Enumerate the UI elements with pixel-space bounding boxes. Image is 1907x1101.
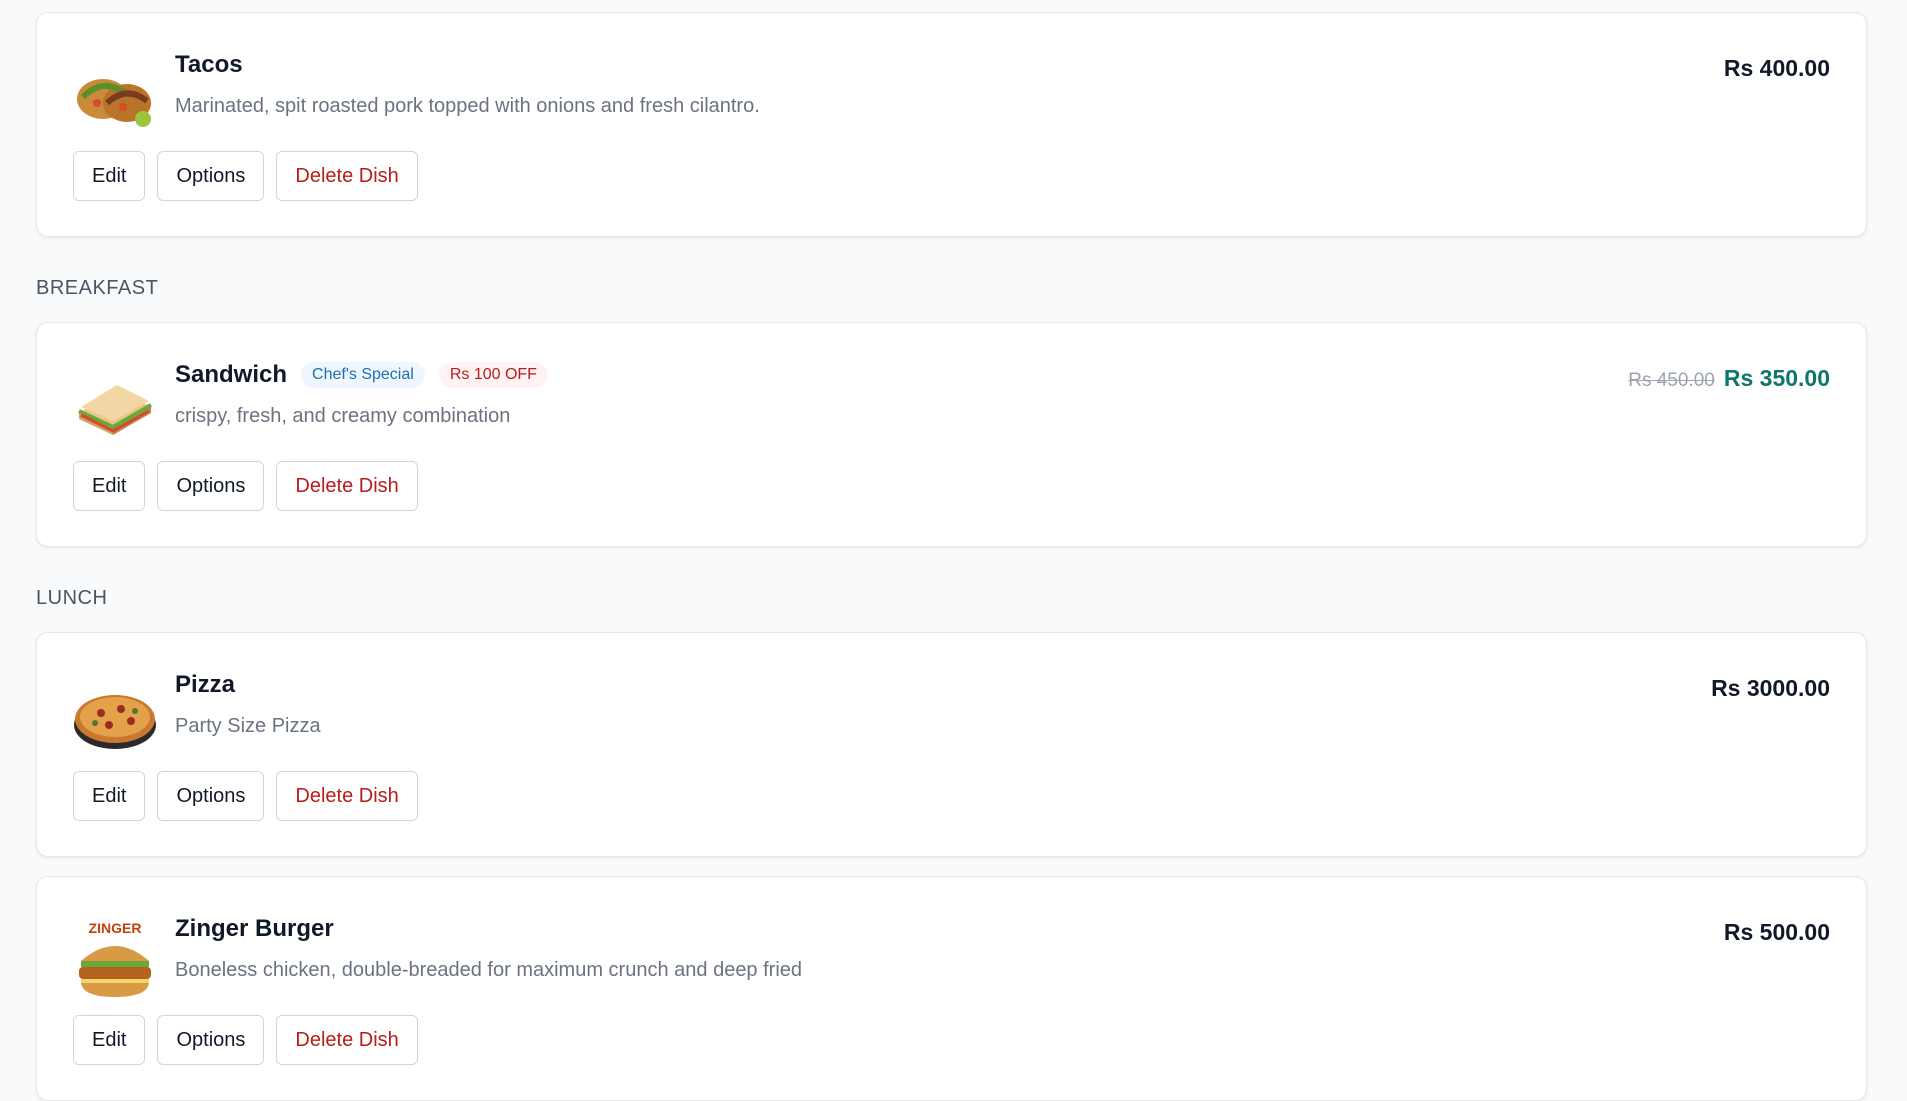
delete-dish-button[interactable]: Delete Dish [276,1015,418,1065]
edit-button[interactable]: Edit [73,461,146,511]
discount-badge: Rs 100 OFF [438,362,548,388]
dish-description: crispy, fresh, and creamy combination [175,405,511,427]
burger-logo-text: ZINGER [89,920,142,936]
dish-name: Sandwich [175,361,288,388]
dish-description: Party Size Pizza [175,715,321,737]
options-button[interactable]: Options [157,1015,265,1065]
delete-dish-button[interactable]: Delete Dish [276,461,418,511]
dish-description: Marinated, spit roasted pork topped with… [175,95,760,117]
burger-image: ZINGER [73,917,157,1001]
dish-price: Rs 500.00 [1723,919,1830,945]
dish-price: Rs 3000.00 [1711,675,1830,701]
edit-button[interactable]: Edit [73,771,146,821]
pizza-image [73,673,157,757]
tacos-image [73,53,157,137]
delete-dish-button[interactable]: Delete Dish [276,151,418,201]
dish-price: Rs 400.00 [1723,55,1830,81]
dish-card: Pizza Party Size Pizza Rs 3000.00 Edit O… [36,632,1867,857]
delete-dish-button[interactable]: Delete Dish [276,771,418,821]
edit-button[interactable]: Edit [73,151,146,201]
dish-card: Tacos Marinated, spit roasted pork toppe… [36,12,1867,237]
chefs-special-badge: Chef's Special [301,362,425,388]
options-button[interactable]: Options [157,151,265,201]
dish-card: Sandwich Chef's Special Rs 100 OFF crisp… [36,322,1867,547]
original-price: Rs 450.00 [1628,370,1715,391]
sandwich-image [73,363,157,447]
options-button[interactable]: Options [157,461,265,511]
dish-description: Boneless chicken, double-breaded for max… [175,959,803,981]
dish-name: Tacos [175,51,243,78]
dish-price: Rs 350.00 [1723,365,1830,391]
section-label-breakfast: BREAKFAST [36,277,159,299]
dish-name: Pizza [175,671,236,698]
options-button[interactable]: Options [157,771,265,821]
dish-name: Zinger Burger [175,915,334,942]
menu-page: Tacos Marinated, spit roasted pork toppe… [0,0,1907,1101]
section-label-lunch: LUNCH [36,587,108,609]
dish-card: ZINGER Zinger Burger Boneless chicken, d… [36,876,1867,1101]
edit-button[interactable]: Edit [73,1015,146,1065]
